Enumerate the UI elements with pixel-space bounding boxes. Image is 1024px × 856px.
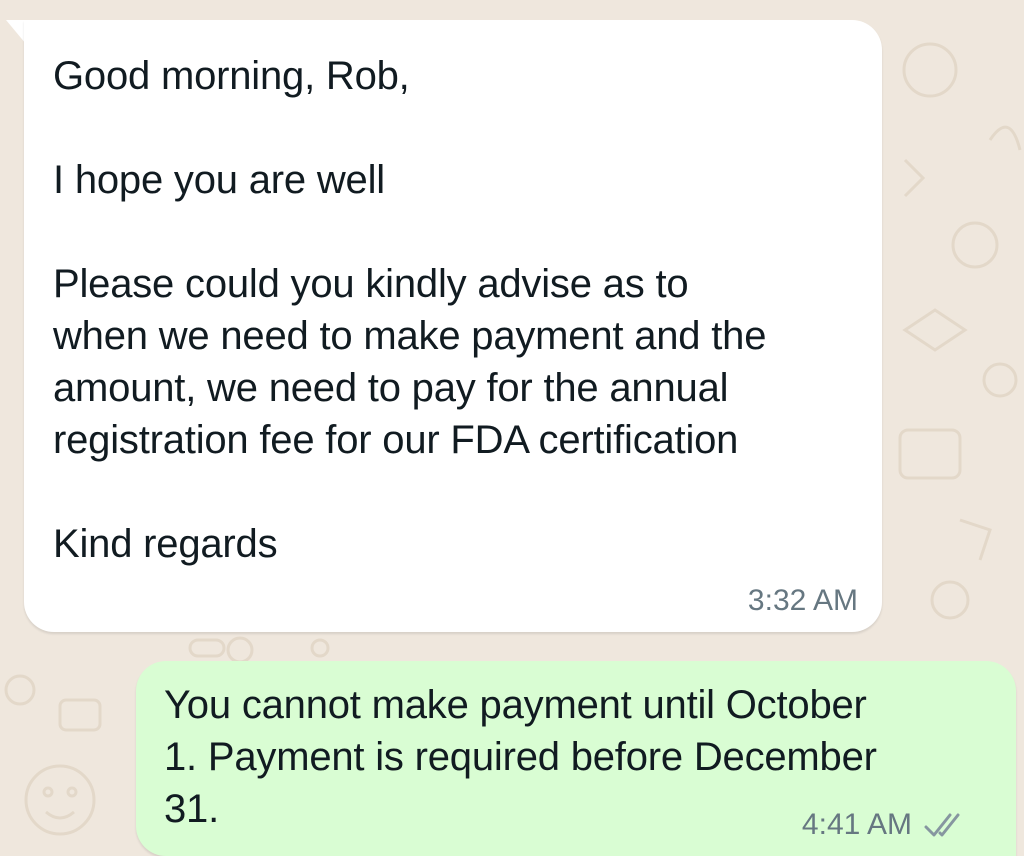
message-line: registration fee for our FDA certificati… (53, 418, 739, 462)
outgoing-message-bubble[interactable]: You cannot make payment until October 1.… (136, 661, 1016, 856)
message-line-blank (53, 206, 854, 258)
message-line: You cannot make payment until October (164, 683, 867, 727)
message-timestamp: 4:41 AM (801, 808, 912, 841)
message-meta: 4:41 AM (802, 808, 968, 842)
message-line: I hope you are well (53, 158, 385, 202)
message-line: Good morning, Rob, (53, 54, 410, 98)
message-line: amount, we need to pay for the annual (53, 366, 729, 410)
message-line: 1. Payment is required before December (164, 735, 877, 779)
message-line-blank (53, 466, 854, 518)
message-timestamp: 3:32 AM (747, 584, 858, 617)
incoming-bubble-tail (6, 20, 26, 44)
message-line: when we need to make payment and the (53, 314, 767, 358)
double-check-icon (924, 813, 960, 837)
message-line-blank (53, 102, 854, 154)
message-line: Please could you kindly advise as to (53, 262, 689, 306)
incoming-message-bubble[interactable]: Good morning, Rob, I hope you are well P… (24, 20, 882, 632)
message-line: Kind regards (53, 522, 278, 566)
